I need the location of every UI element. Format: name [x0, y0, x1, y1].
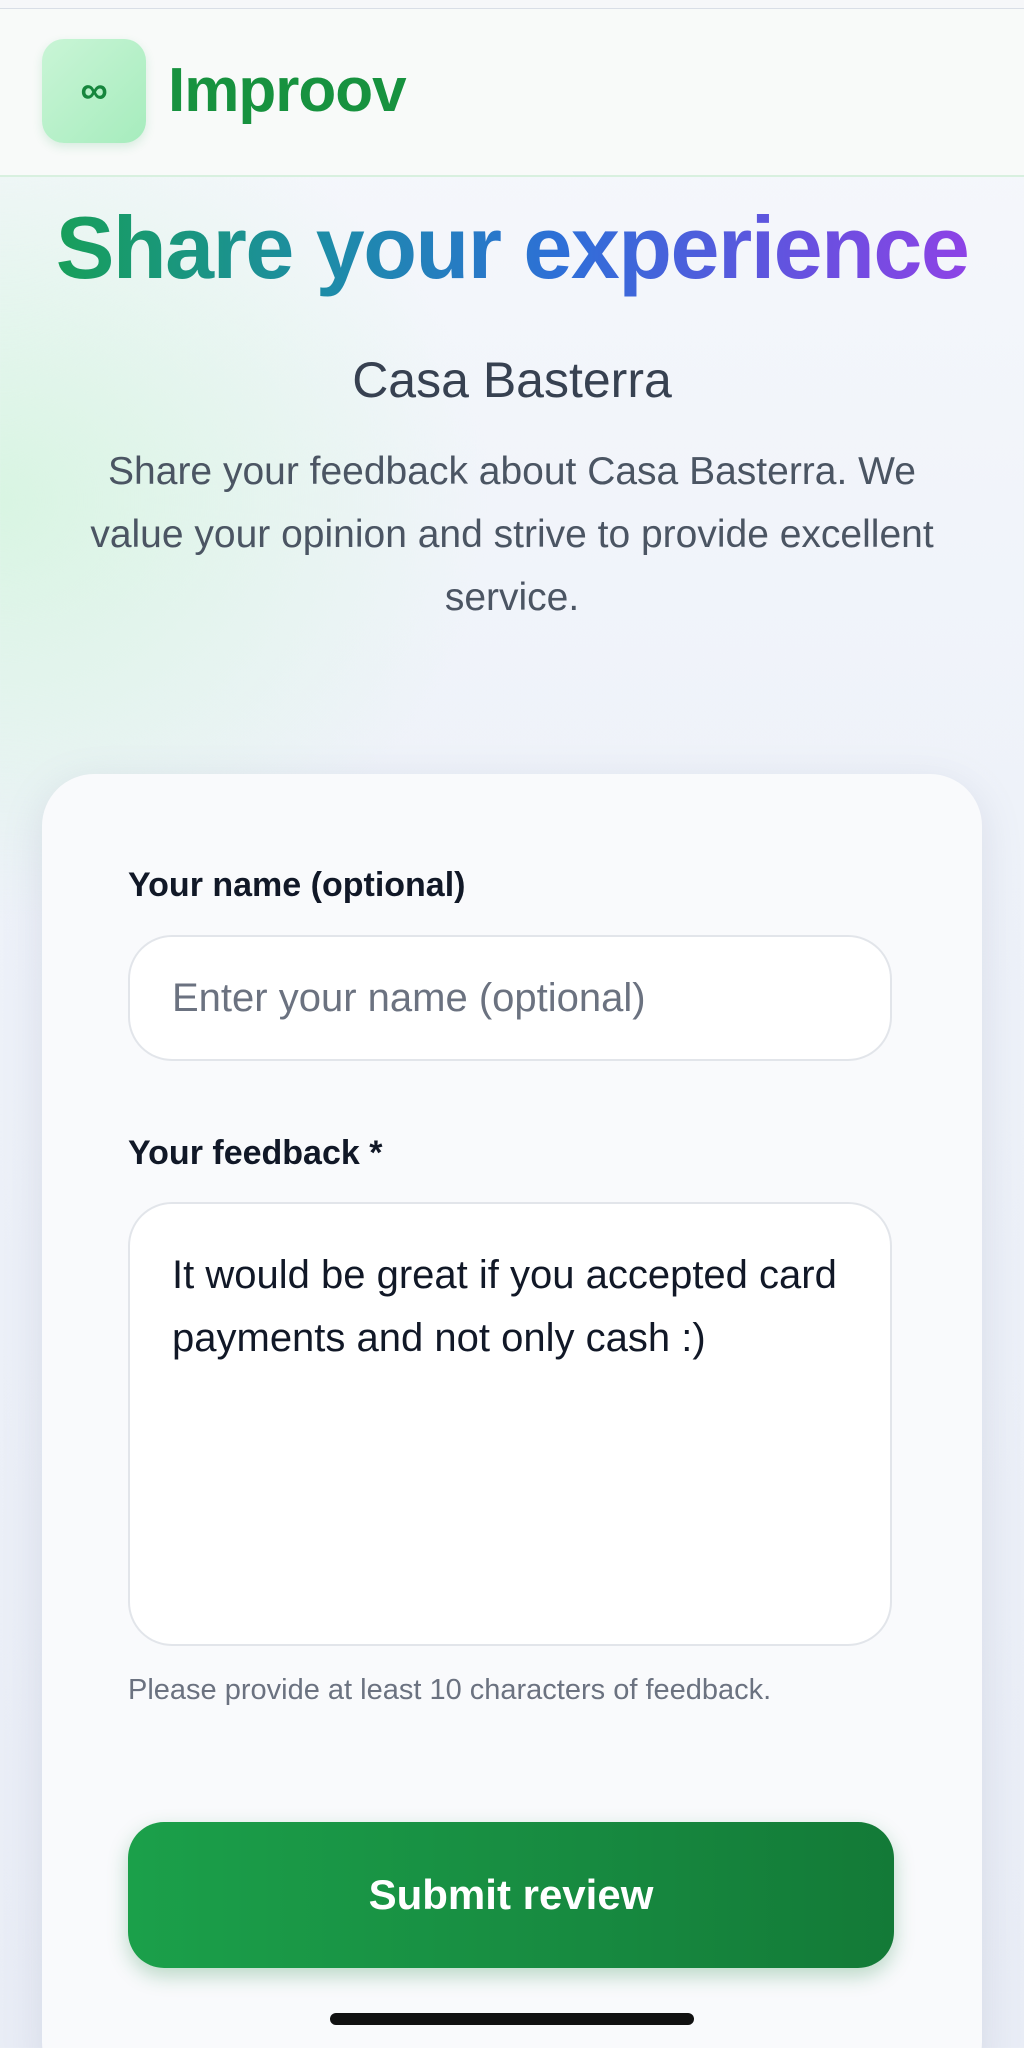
- submit-review-button[interactable]: Submit review: [128, 1822, 894, 1968]
- name-input[interactable]: [128, 935, 892, 1061]
- infinity-icon: ∞: [80, 70, 108, 112]
- venue-name: Casa Basterra: [352, 352, 672, 408]
- feedback-textarea[interactable]: It would be great if you accepted card p…: [128, 1202, 892, 1646]
- page-title: Share your experience: [0, 199, 1024, 297]
- brand-name[interactable]: Improov: [168, 56, 407, 125]
- page-subtitle: Share your feedback about Casa Basterra.…: [90, 450, 934, 619]
- name-field-label: Your name (optional): [128, 866, 466, 904]
- app-header: ∞ Improov: [0, 9, 1024, 177]
- feedback-field-label: Your feedback *: [128, 1134, 383, 1172]
- feedback-form-card: Your name (optional) Your feedback * It …: [42, 774, 982, 2048]
- logo-icon-box[interactable]: ∞: [42, 39, 146, 143]
- status-bar-edge: [0, 0, 1024, 9]
- feedback-hint: Please provide at least 10 characters of…: [128, 1674, 772, 1706]
- home-indicator[interactable]: [330, 2013, 694, 2025]
